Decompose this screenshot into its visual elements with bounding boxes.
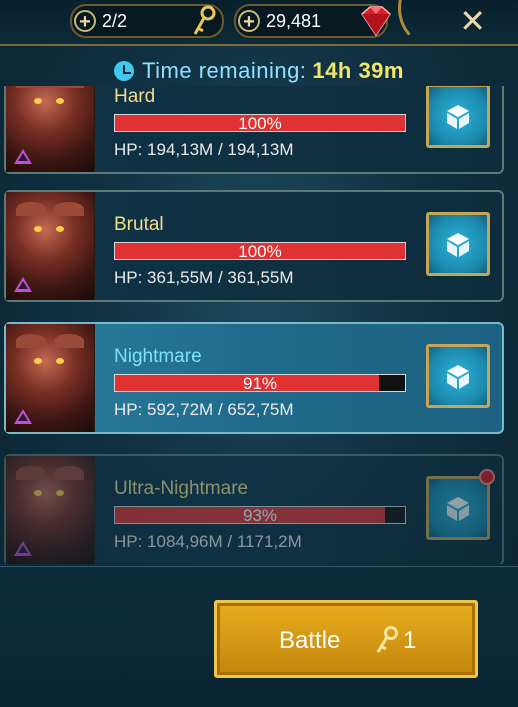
keys-counter: + 2/2 (70, 4, 224, 38)
hp-bar: 100% (114, 114, 406, 132)
difficulty-list: Hard 100% HP: 194,13M / 194,13M Brutal 1… (0, 86, 518, 564)
horn (54, 334, 84, 348)
horn (54, 202, 84, 216)
difficulty-name: Hard (114, 86, 156, 107)
rank-triangle-icon (14, 149, 32, 164)
gems-value: 29,481 (266, 10, 322, 31)
rewards-chest-button[interactable] (426, 469, 495, 540)
battle-button[interactable]: Battle 1 (214, 600, 478, 678)
notification-dot (479, 469, 495, 485)
eye (34, 226, 42, 232)
battle-label: Battle (279, 627, 341, 654)
hp-text: HP: 361,55M / 361,55M (114, 268, 294, 287)
rewards-chest-button[interactable] (426, 344, 490, 408)
horn (54, 86, 84, 88)
gem-icon (361, 6, 391, 37)
rewards-chest-button[interactable] (426, 86, 490, 148)
key-icon (193, 5, 216, 35)
horn (16, 334, 46, 348)
eye (56, 98, 64, 104)
difficulty-name: Ultra-Nightmare (114, 478, 249, 499)
eye (34, 490, 42, 496)
horn (16, 466, 46, 480)
rank-triangle-icon (14, 277, 32, 292)
add-gems-button[interactable]: + (238, 10, 260, 32)
horn (54, 466, 84, 480)
hp-text: HP: 194,13M / 194,13M (114, 140, 294, 159)
hp-bar: 100% (114, 242, 406, 260)
hp-bar: 93% (114, 506, 406, 524)
add-keys-button[interactable]: + (74, 10, 96, 32)
close-area: ✕ (398, 0, 518, 46)
boss-portrait (6, 456, 95, 564)
eye (34, 358, 42, 364)
hp-percent: 93% (242, 506, 278, 525)
clock-icon (114, 61, 135, 81)
boss-portrait (6, 324, 95, 432)
chest-icon (447, 497, 469, 521)
hp-text: HP: 592,72M / 652,75M (114, 400, 294, 419)
rank-triangle-icon (14, 541, 32, 556)
rewards-chest-button[interactable] (426, 212, 490, 276)
time-remaining: Time remaining: 14h 39m (0, 54, 518, 88)
key-icon (376, 626, 398, 653)
hp-percent: 100% (238, 242, 282, 261)
hp-percent: 91% (242, 374, 278, 393)
hp-percent: 100% (238, 114, 282, 133)
difficulty-row-brutal[interactable]: Brutal 100% HP: 361,55M / 361,55M (4, 190, 504, 302)
chest-icon (447, 365, 469, 389)
difficulty-row-nightmare[interactable]: Nightmare 91% HP: 592,72M / 652,75M (4, 322, 504, 434)
horn (16, 202, 46, 216)
battle-key-cost: 1 (403, 627, 417, 654)
eye (56, 358, 64, 364)
rank-triangle-icon (14, 409, 32, 424)
time-remaining-label: Time remaining: (142, 58, 307, 83)
time-remaining-value: 14h 39m (312, 58, 404, 83)
difficulty-name: Nightmare (114, 346, 202, 367)
top-bar: + 2/2 + 29,481 ✕ (0, 0, 518, 46)
close-icon[interactable]: ✕ (459, 2, 486, 40)
gems-counter: + 29,481 (234, 4, 391, 38)
eye (34, 98, 42, 104)
hp-bar: 91% (114, 374, 406, 392)
horn (16, 86, 46, 88)
boss-portrait (6, 192, 95, 300)
chest-icon (447, 233, 469, 257)
difficulty-row-hard[interactable]: Hard 100% HP: 194,13M / 194,13M (4, 86, 504, 174)
difficulty-row-ultra-nightmare[interactable]: Ultra-Nightmare 93% HP: 1084,96M / 1171,… (4, 454, 504, 564)
keys-value: 2/2 (102, 10, 128, 31)
eye (56, 226, 64, 232)
boss-portrait (6, 86, 95, 172)
eye (56, 490, 64, 496)
hp-text: HP: 1084,96M / 1171,2M (114, 532, 302, 551)
frame-ornament (398, 0, 464, 46)
difficulty-name: Brutal (114, 214, 164, 235)
chest-icon (447, 105, 469, 129)
